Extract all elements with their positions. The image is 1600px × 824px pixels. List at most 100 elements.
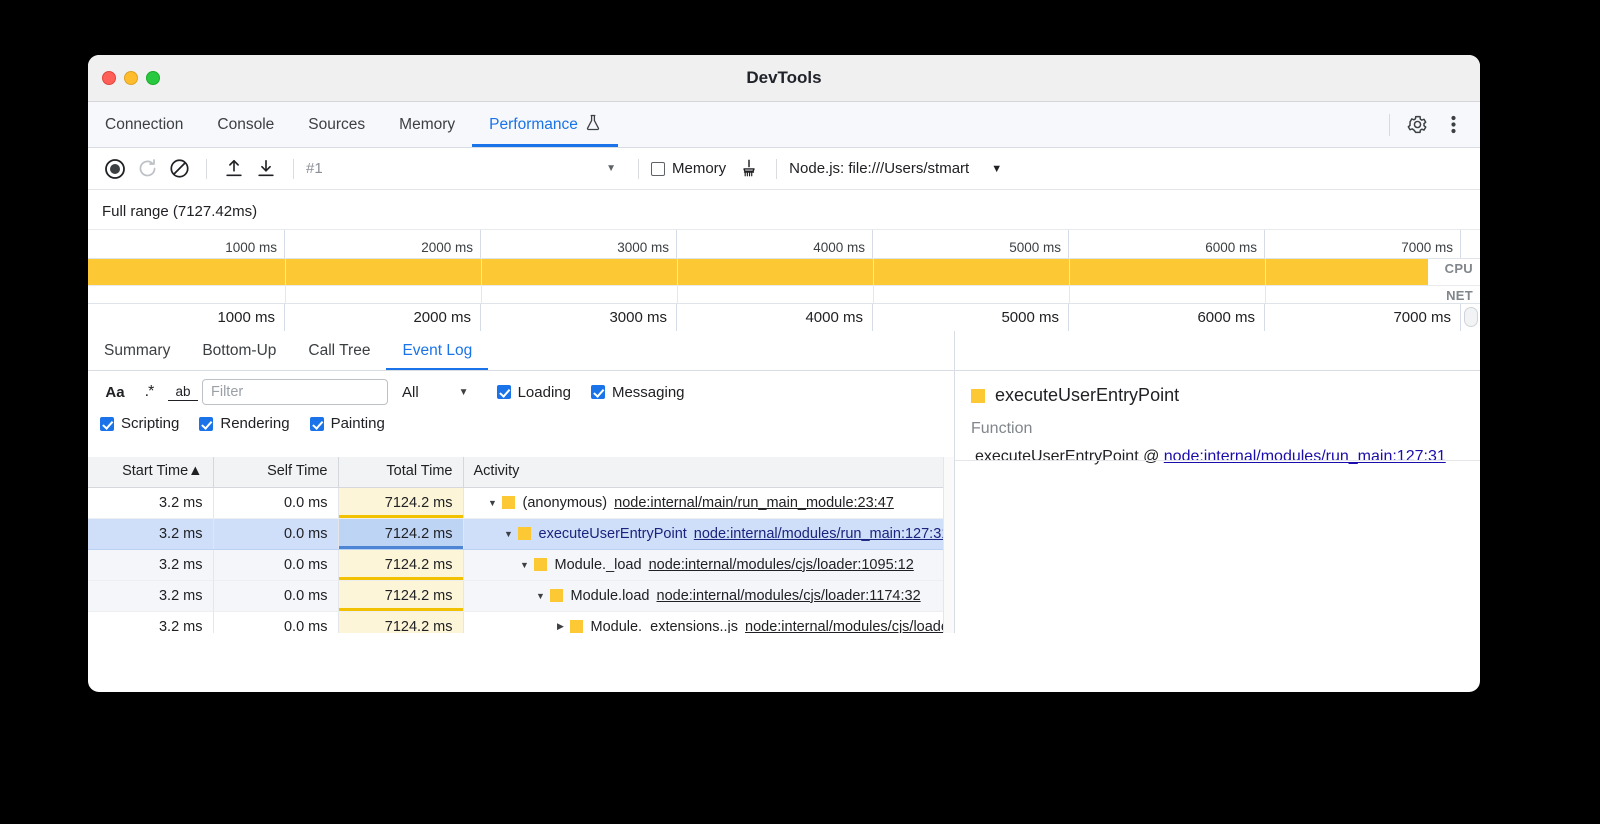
toolbar-divider-3 <box>638 159 639 179</box>
table-row[interactable]: 3.2 ms 0.0 ms 7124.2 ms ▼ Module._load n… <box>88 549 954 580</box>
cell-activity: ▼ executeUserEntryPoint node:internal/mo… <box>463 518 954 549</box>
tab-performance[interactable]: Performance <box>472 102 618 147</box>
cell-total-time: 7124.2 ms <box>338 487 463 518</box>
collapse-triangle-icon[interactable]: ▶ <box>552 621 570 632</box>
duration-select-value: All <box>402 384 419 401</box>
memory-checkbox-box <box>651 162 665 176</box>
ruler-tick: 7000 ms <box>1265 230 1461 258</box>
settings-gear-icon[interactable] <box>1402 110 1432 140</box>
checkbox-box <box>310 417 324 431</box>
record-circle-icon[interactable] <box>100 154 130 184</box>
subtab-bottom-up[interactable]: Bottom-Up <box>186 331 292 370</box>
cpu-band: CPU <box>88 259 1480 285</box>
category-color-swatch <box>550 589 563 602</box>
subtab-label: Call Tree <box>308 342 370 360</box>
match-case-icon[interactable]: Aa <box>100 379 130 405</box>
activity-source-link[interactable]: node:internal/modules/cjs/loader:1234:10 <box>745 619 954 634</box>
sort-ascending-icon: ▲ <box>188 463 202 479</box>
tabbar-divider <box>1389 114 1390 136</box>
expand-triangle-icon[interactable]: ▼ <box>484 498 502 508</box>
grid-vertical-scrollbar[interactable] <box>943 457 954 633</box>
subtab-label: Event Log <box>402 342 472 360</box>
cell-activity: ▼ Module.load node:internal/modules/cjs/… <box>463 580 954 611</box>
ruler-tick: 2000 ms <box>285 230 481 258</box>
collect-garbage-broom-icon[interactable] <box>734 154 764 184</box>
reload-icon[interactable] <box>132 154 162 184</box>
target-chevron-down-icon[interactable]: ▼ <box>991 163 1002 175</box>
tab-sources[interactable]: Sources <box>291 102 382 147</box>
regex-icon[interactable]: .* <box>134 379 164 405</box>
category-color-swatch <box>971 389 985 403</box>
cell-start-time: 3.2 ms <box>88 518 213 549</box>
filter-input[interactable] <box>202 379 388 405</box>
category-checkbox-painting[interactable]: Painting <box>310 415 385 432</box>
ruler-tick: 4000 ms <box>677 304 873 331</box>
cell-self-time: 0.0 ms <box>213 549 338 580</box>
subtab-label: Bottom-Up <box>202 342 276 360</box>
expand-triangle-icon[interactable]: ▼ <box>500 529 518 539</box>
whole-word-icon[interactable]: ab <box>168 383 198 401</box>
memory-checkbox-label: Memory <box>672 160 726 177</box>
cell-total-time: 7124.2 ms <box>338 549 463 580</box>
checkbox-box <box>591 385 605 399</box>
ruler-tick: 6000 ms <box>1069 304 1265 331</box>
memory-checkbox[interactable]: Memory <box>651 160 726 177</box>
table-row[interactable]: 3.2 ms 0.0 ms 7124.2 ms ▼ executeUserEnt… <box>88 518 954 549</box>
table-row[interactable]: 3.2 ms 0.0 ms 7124.2 ms ▼ (anonymous) no… <box>88 487 954 518</box>
overview-scrollbar-thumb[interactable] <box>1464 307 1478 327</box>
subtab-call-tree[interactable]: Call Tree <box>292 331 386 370</box>
column-header-total-time[interactable]: Total Time <box>338 457 463 487</box>
grid-header-row: Start Time▲ Self Time Total Time Activit… <box>88 457 954 487</box>
checkbox-box <box>497 385 511 399</box>
more-options-kebab-icon[interactable] <box>1438 110 1468 140</box>
column-header-activity[interactable]: Activity <box>463 457 954 487</box>
window-titlebar: DevTools <box>88 55 1480 102</box>
table-row[interactable]: 3.2 ms 0.0 ms 7124.2 ms ▼ Module.load no… <box>88 580 954 611</box>
chevron-down-icon: ▼ <box>459 387 469 398</box>
category-checkbox-messaging[interactable]: Messaging <box>591 384 685 401</box>
ruler-tick: 5000 ms <box>873 230 1069 258</box>
category-color-swatch <box>502 496 515 509</box>
upload-profile-icon[interactable] <box>219 154 249 184</box>
cell-self-time: 0.0 ms <box>213 487 338 518</box>
activity-name: Module.load <box>571 588 650 604</box>
tab-console[interactable]: Console <box>200 102 291 147</box>
expand-triangle-icon[interactable]: ▼ <box>532 591 550 601</box>
cell-activity: ▶ Module._extensions..js node:internal/m… <box>463 611 954 633</box>
duration-select[interactable]: All ▼ <box>402 384 469 401</box>
activity-source-link[interactable]: node:internal/modules/cjs/loader:1095:12 <box>649 557 914 573</box>
checkbox-box <box>199 417 213 431</box>
subtab-summary[interactable]: Summary <box>88 331 186 370</box>
category-checkbox-scripting[interactable]: Scripting <box>100 415 179 432</box>
detail-stack-link[interactable]: node:internal/modules/run_main:127:31 <box>1164 448 1446 465</box>
cell-activity: ▼ (anonymous) node:internal/main/run_mai… <box>463 487 954 518</box>
ruler-tick: 4000 ms <box>677 230 873 258</box>
timeline-overview: Full range (7127.42ms) 1000 ms 2000 ms 3… <box>88 190 1480 331</box>
category-label: Loading <box>518 384 571 401</box>
tab-memory[interactable]: Memory <box>382 102 472 147</box>
cell-start-time: 3.2 ms <box>88 580 213 611</box>
category-checkbox-rendering[interactable]: Rendering <box>199 415 289 432</box>
column-label: Start Time <box>122 463 188 479</box>
category-checkbox-loading[interactable]: Loading <box>497 384 571 401</box>
cpu-band-label: CPU <box>1440 261 1476 277</box>
tab-connection[interactable]: Connection <box>88 102 200 147</box>
cpu-usage-bar <box>88 259 1428 285</box>
activity-source-link[interactable]: node:internal/modules/cjs/loader:1174:32 <box>657 588 921 604</box>
activity-source-link[interactable]: node:internal/modules/run_main:127:31 <box>694 526 950 542</box>
clear-icon[interactable] <box>164 154 194 184</box>
profile-select[interactable]: #1 ▼ <box>306 160 626 177</box>
activity-source-link[interactable]: node:internal/main/run_main_module:23:47 <box>614 495 894 511</box>
ruler-tick: 5000 ms <box>873 304 1069 331</box>
table-row[interactable]: 3.2 ms 0.0 ms 7124.2 ms ▶ Module._extens… <box>88 611 954 633</box>
subtab-event-log[interactable]: Event Log <box>386 331 488 370</box>
toolbar-divider <box>206 159 207 179</box>
column-label: Self Time <box>267 463 327 479</box>
tabbar-actions <box>1383 102 1480 147</box>
column-header-start-time[interactable]: Start Time▲ <box>88 457 213 487</box>
detail-title-row: executeUserEntryPoint <box>971 385 1464 406</box>
download-profile-icon[interactable] <box>251 154 281 184</box>
column-header-self-time[interactable]: Self Time <box>213 457 338 487</box>
expand-triangle-icon[interactable]: ▼ <box>516 560 534 570</box>
tab-label: Connection <box>105 116 183 134</box>
